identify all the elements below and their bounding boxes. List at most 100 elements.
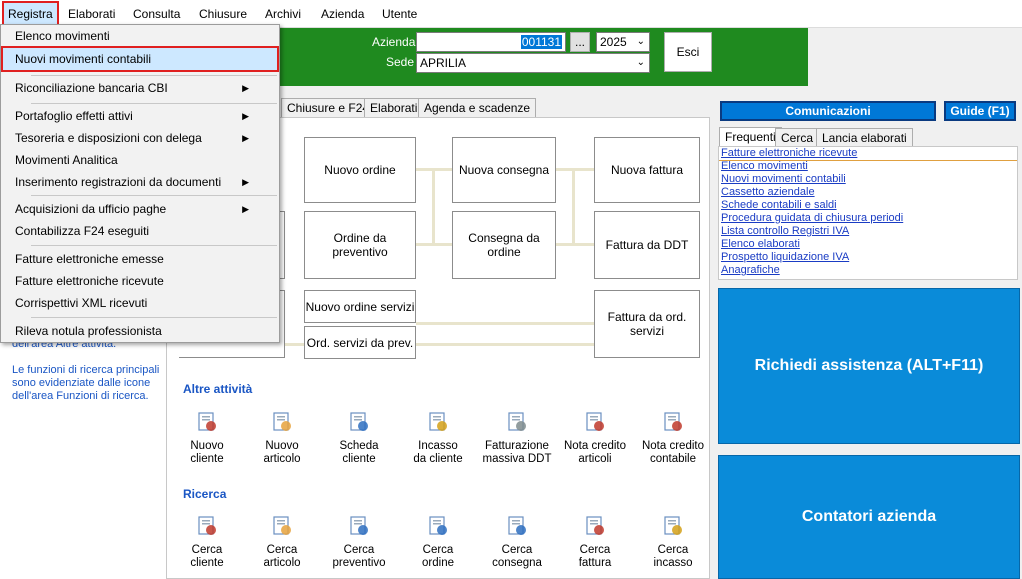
activity-action-0[interactable]: Nuovo cliente bbox=[167, 410, 247, 466]
action-label-line1: Nota credito bbox=[563, 440, 626, 452]
action-label-line2: articolo bbox=[263, 557, 301, 569]
action-label-line1: Scheda bbox=[339, 440, 379, 452]
search-delivery-icon bbox=[505, 514, 529, 538]
action-label-line2: articolo bbox=[263, 453, 301, 465]
menu-item-label: Elenco movimenti bbox=[15, 29, 110, 43]
sede-select[interactable]: APRILIA ⌄ bbox=[416, 53, 650, 73]
action-label-line2: articoli bbox=[578, 453, 612, 465]
activity-action-5[interactable]: Nota credito articoli bbox=[555, 410, 635, 466]
menu-item-fatture-emesse[interactable]: Fatture elettroniche emesse bbox=[3, 248, 259, 270]
consegna-da-ordine-button[interactable]: Consegna da ordine bbox=[452, 211, 556, 279]
menu-separator bbox=[31, 103, 277, 104]
frequent-link[interactable]: Anagrafiche bbox=[719, 264, 1017, 277]
activity-action-6[interactable]: Nota credito contabile bbox=[633, 410, 713, 466]
frequent-link[interactable]: Elenco movimenti bbox=[719, 160, 1017, 173]
menu-item-label: Inserimento registrazioni da documenti bbox=[15, 175, 222, 189]
credit-note-account-icon bbox=[661, 410, 685, 434]
batch-invoice-icon bbox=[505, 410, 529, 434]
menu-registra[interactable]: Registra bbox=[2, 1, 59, 27]
menu-item-riconciliazione-bancaria[interactable]: Riconciliazione bancaria CBI ▶ bbox=[3, 77, 259, 99]
search-action-5[interactable]: Cerca fattura bbox=[555, 514, 635, 570]
menu-item-label: Nuovi movimenti contabili bbox=[15, 52, 152, 66]
action-label-line1: Cerca bbox=[191, 544, 223, 556]
menu-item-label: Movimenti Analitica bbox=[15, 153, 118, 167]
action-label-line2: incasso bbox=[653, 557, 693, 569]
menu-item-contabilizza-f24[interactable]: Contabilizza F24 eseguiti bbox=[3, 220, 259, 242]
azienda-label: Azienda bbox=[372, 35, 416, 49]
menu-item-corrispettivi-xml[interactable]: Corrispettivi XML ricevuti bbox=[3, 292, 259, 314]
azienda-value: 001131 bbox=[520, 35, 562, 49]
exit-button[interactable]: Esci bbox=[664, 32, 712, 72]
azienda-input[interactable]: 001131 bbox=[416, 32, 566, 52]
client-sheet-icon bbox=[347, 410, 371, 434]
search-action-4[interactable]: Cerca consegna bbox=[477, 514, 557, 570]
search-client-icon bbox=[195, 514, 219, 538]
tab-chiusure-f24[interactable]: Chiusure e F24 bbox=[281, 98, 376, 118]
tab-cerca[interactable]: Cerca bbox=[775, 128, 820, 146]
frequent-link[interactable]: Fatture elettroniche ricevute bbox=[719, 147, 1017, 161]
menu-azienda[interactable]: Azienda bbox=[317, 3, 368, 25]
submenu-arrow-icon: ▶ bbox=[242, 204, 249, 214]
frequent-link[interactable]: Cassetto aziendale bbox=[719, 186, 1017, 199]
menu-item-portafoglio-effetti[interactable]: Portafoglio effetti attivi ▶ bbox=[3, 105, 259, 127]
frequent-link[interactable]: Nuovi movimenti contabili bbox=[719, 173, 1017, 186]
chevron-down-icon: ⌄ bbox=[636, 57, 645, 68]
menu-item-nuovi-movimenti-contabili[interactable]: Nuovi movimenti contabili bbox=[1, 46, 279, 72]
activity-action-1[interactable]: Nuovo articolo bbox=[242, 410, 322, 466]
fattura-da-ddt-button[interactable]: Fattura da DDT bbox=[594, 211, 700, 279]
frequent-link[interactable]: Procedura guidata di chiusura periodi bbox=[719, 212, 1017, 225]
menu-separator bbox=[31, 75, 277, 76]
submenu-arrow-icon: ▶ bbox=[242, 133, 249, 143]
menu-utente[interactable]: Utente bbox=[378, 3, 421, 25]
frequent-links-list: Fatture elettroniche ricevute Elenco movi… bbox=[718, 146, 1018, 280]
menu-item-fatture-ricevute[interactable]: Fatture elettroniche ricevute bbox=[3, 270, 259, 292]
tab-frequenti[interactable]: Frequenti bbox=[719, 127, 782, 147]
menu-item-tesoreria[interactable]: Tesoreria e disposizioni con delega ▶ bbox=[3, 127, 259, 149]
year-value: 2025 bbox=[600, 35, 627, 49]
menu-item-rileva-notula[interactable]: Rileva notula professionista bbox=[3, 320, 259, 342]
info-text-2: Le funzioni di ricerca principali sono e… bbox=[12, 364, 160, 402]
menu-item-movimenti-analitica[interactable]: Movimenti Analitica bbox=[3, 149, 259, 171]
flow-connector bbox=[572, 170, 575, 245]
contatori-azienda-button[interactable]: Contatori azienda bbox=[718, 455, 1020, 579]
tab-agenda-scadenze[interactable]: Agenda e scadenze bbox=[418, 98, 537, 118]
frequent-link[interactable]: Lista controllo Registri IVA bbox=[719, 225, 1017, 238]
frequent-link[interactable]: Elenco elaborati bbox=[719, 238, 1017, 251]
menu-item-elenco-movimenti[interactable]: Elenco movimenti bbox=[3, 25, 259, 47]
action-label-line2: da cliente bbox=[413, 453, 463, 465]
guide-button[interactable]: Guide (F1) bbox=[944, 101, 1016, 121]
search-action-3[interactable]: Cerca ordine bbox=[398, 514, 478, 570]
comunicazioni-button[interactable]: Comunicazioni bbox=[720, 101, 936, 121]
tab-lancia-elaborati[interactable]: Lancia elaborati bbox=[816, 128, 913, 146]
menu-item-label: Acquisizioni da ufficio paghe bbox=[15, 202, 167, 216]
nuovo-ordine-servizi-button[interactable]: Nuovo ordine servizi bbox=[304, 290, 416, 323]
menu-elaborati[interactable]: Elaborati bbox=[64, 3, 119, 25]
activity-action-3[interactable]: Incasso da cliente bbox=[398, 410, 478, 466]
year-select[interactable]: 2025 ⌄ bbox=[596, 32, 650, 52]
activity-action-4[interactable]: Fatturazione massiva DDT bbox=[477, 410, 557, 466]
frequent-link[interactable]: Schede contabili e saldi bbox=[719, 199, 1017, 212]
ord-servizi-da-prev-button[interactable]: Ord. servizi da prev. bbox=[304, 326, 416, 359]
nuovo-ordine-button[interactable]: Nuovo ordine bbox=[304, 137, 416, 203]
menu-archivi[interactable]: Archivi bbox=[261, 3, 305, 25]
search-action-1[interactable]: Cerca articolo bbox=[242, 514, 322, 570]
tab-elaborati[interactable]: Elaborati bbox=[364, 98, 424, 118]
activity-action-2[interactable]: Scheda cliente bbox=[319, 410, 399, 466]
nuova-fattura-button[interactable]: Nuova fattura bbox=[594, 137, 700, 203]
nuova-consegna-button[interactable]: Nuova consegna bbox=[452, 137, 556, 203]
ordine-da-preventivo-button[interactable]: Ordine da preventivo bbox=[304, 211, 416, 279]
search-action-2[interactable]: Cerca preventivo bbox=[319, 514, 399, 570]
menu-chiusure[interactable]: Chiusure bbox=[195, 3, 251, 25]
action-label-line2: cliente bbox=[342, 453, 376, 465]
browse-azienda-button[interactable]: ... bbox=[570, 32, 590, 52]
richiedi-assistenza-button[interactable]: Richiedi assistenza (ALT+F11) bbox=[718, 288, 1020, 444]
menu-item-inserimento-registrazioni[interactable]: Inserimento registrazioni da documenti ▶ bbox=[3, 171, 259, 193]
menu-consulta[interactable]: Consulta bbox=[129, 3, 184, 25]
fattura-da-ord-servizi-button[interactable]: Fattura da ord. servizi bbox=[594, 290, 700, 358]
altre-attivita-title: Altre attività bbox=[183, 382, 253, 396]
action-label-line1: Fatturazione bbox=[485, 440, 549, 452]
search-action-6[interactable]: Cerca incasso bbox=[633, 514, 713, 570]
search-action-0[interactable]: Cerca cliente bbox=[167, 514, 247, 570]
frequent-link[interactable]: Prospetto liquidazione IVA bbox=[719, 251, 1017, 264]
menu-item-acquisizioni-paghe[interactable]: Acquisizioni da ufficio paghe ▶ bbox=[3, 198, 259, 220]
